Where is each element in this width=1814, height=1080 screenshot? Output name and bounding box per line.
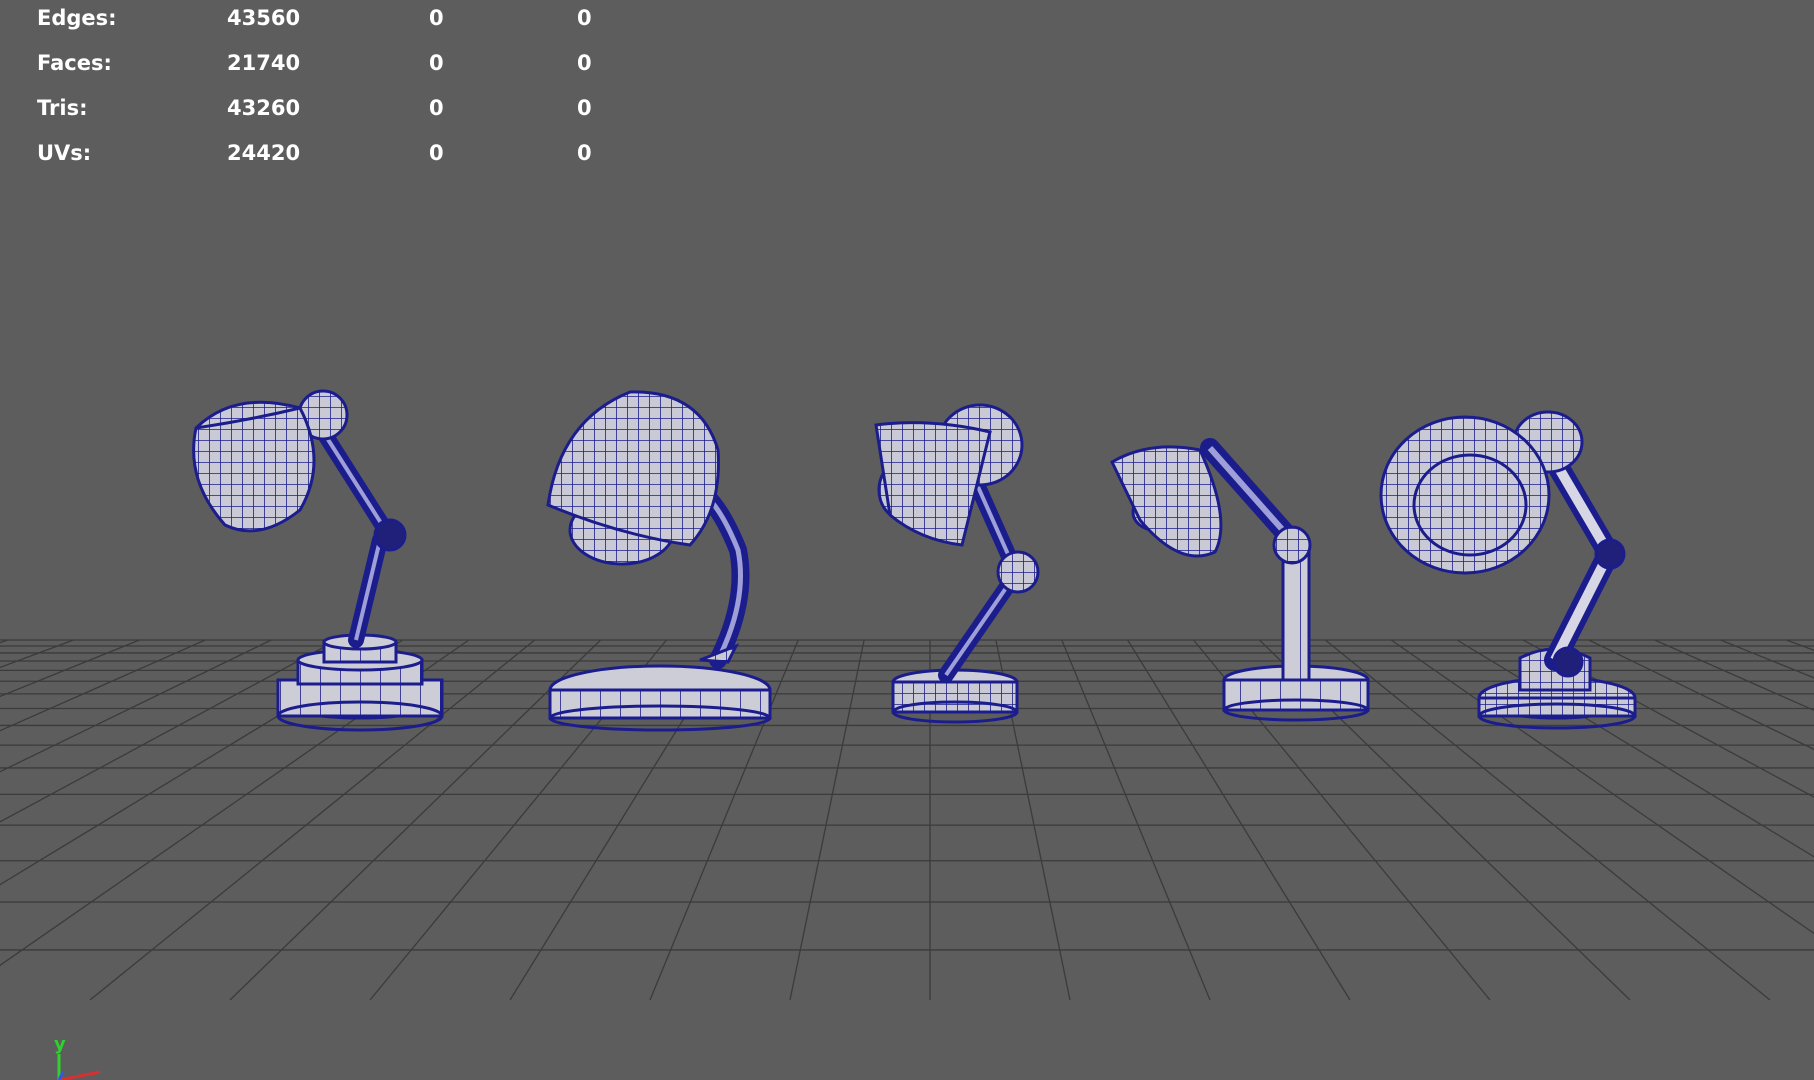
axis-y-label: y	[54, 1034, 66, 1055]
hud-value-object: 21740	[227, 51, 301, 75]
hud-row-edges: Edges: 43560 0 0	[37, 0, 637, 41]
hud-label: Faces:	[37, 51, 112, 75]
lamp-model-1[interactable]	[192, 389, 444, 732]
lamp-model-5[interactable]	[1379, 410, 1637, 730]
hud-value-selected: 0	[429, 96, 444, 120]
hud-value-components: 0	[577, 51, 592, 75]
hud-value-components: 0	[577, 96, 592, 120]
hud-value-selected: 0	[429, 141, 444, 165]
hud-row-tris: Tris: 43260 0 0	[37, 86, 637, 131]
hud-value-object: 43560	[227, 6, 301, 30]
axis-x-line	[58, 1070, 101, 1080]
hud-row-uvs: UVs: 24420 0 0	[37, 131, 637, 176]
hud-value-selected: 0	[429, 51, 444, 75]
lamp-model-4[interactable]	[1110, 438, 1370, 722]
lamp-model-2[interactable]	[546, 390, 772, 732]
axis-gizmo: y	[54, 1034, 101, 1080]
hud-label: Edges:	[37, 6, 117, 30]
hud-value-selected: 0	[429, 6, 444, 30]
lamp-model-3[interactable]	[874, 403, 1040, 724]
hud-value-object: 43260	[227, 96, 301, 120]
poly-count-hud: Edges: 43560 0 0 Faces: 21740 0 0 Tris: …	[37, 0, 637, 176]
hud-label: Tris:	[37, 96, 88, 120]
hud-value-components: 0	[577, 141, 592, 165]
hud-value-object: 24420	[227, 141, 301, 165]
3d-viewport[interactable]: Edges: 43560 0 0 Faces: 21740 0 0 Tris: …	[0, 0, 1814, 1080]
hud-value-components: 0	[577, 6, 592, 30]
hud-row-faces: Faces: 21740 0 0	[37, 41, 637, 86]
hud-label: UVs:	[37, 141, 92, 165]
